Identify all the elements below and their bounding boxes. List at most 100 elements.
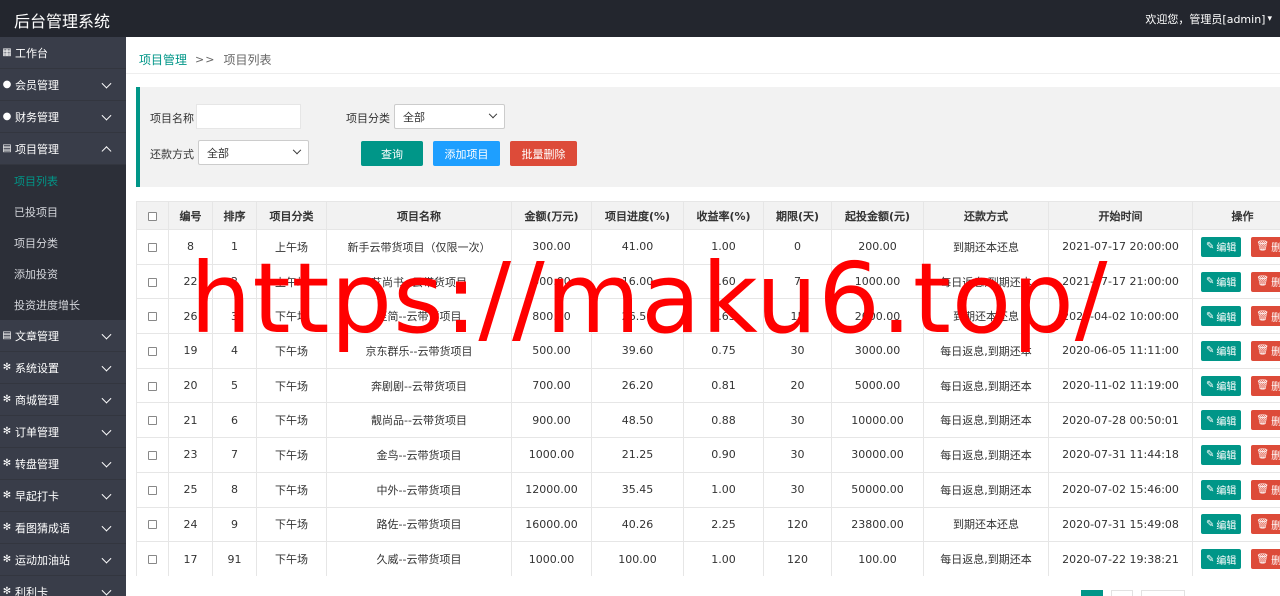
page-next-button[interactable] bbox=[1141, 590, 1185, 596]
sidebar-item-projects[interactable]: ▤ 项目管理 bbox=[0, 133, 126, 165]
row-select-cell[interactable] bbox=[136, 506, 169, 543]
sidebar-sub-add-invest[interactable]: 添加投资 bbox=[0, 258, 126, 289]
pagination bbox=[1081, 590, 1185, 596]
delete-label: 删除 bbox=[1271, 517, 1280, 532]
table-cell: 2 bbox=[212, 263, 257, 300]
sidebar-item-card[interactable]: ✻ 利利卡 bbox=[0, 576, 126, 596]
table-cell: 2020-07-02 15:46:00 bbox=[1048, 471, 1193, 508]
category-select[interactable]: 全部 bbox=[394, 104, 505, 129]
delete-button[interactable]: 🗑删除 bbox=[1251, 444, 1280, 465]
row-checkbox[interactable] bbox=[148, 416, 157, 426]
row-select-cell[interactable] bbox=[136, 263, 169, 300]
trash-icon: 🗑 bbox=[1256, 310, 1270, 322]
row-select-cell[interactable] bbox=[136, 402, 169, 439]
sidebar-item-idiom[interactable]: ✻ 看图猜成语 bbox=[0, 512, 126, 544]
sidebar-item-mall[interactable]: ✻ 商城管理 bbox=[0, 384, 126, 416]
category-label: 项目分类 bbox=[346, 112, 390, 125]
project-name-input[interactable] bbox=[196, 104, 301, 129]
table-cell: 25 bbox=[168, 471, 213, 508]
add-project-button[interactable]: 添加项目 bbox=[433, 141, 500, 166]
edit-button[interactable]: ✎ 编辑 bbox=[1201, 479, 1242, 500]
row-checkbox[interactable] bbox=[148, 450, 157, 460]
sidebar-sub-category[interactable]: 项目分类 bbox=[0, 227, 126, 258]
edit-button[interactable]: ✎ 编辑 bbox=[1201, 410, 1242, 431]
sidebar-item-checkin[interactable]: ✻ 早起打卡 bbox=[0, 480, 126, 512]
sidebar-item-orders[interactable]: ✻ 订单管理 bbox=[0, 416, 126, 448]
row-select-cell[interactable] bbox=[136, 229, 169, 265]
select-all-checkbox[interactable] bbox=[148, 211, 157, 221]
row-select-cell[interactable] bbox=[136, 298, 169, 335]
table-cell: 7 bbox=[763, 263, 832, 300]
edit-button[interactable]: ✎ 编辑 bbox=[1201, 549, 1242, 570]
row-checkbox[interactable] bbox=[148, 520, 157, 530]
sidebar-item-settings[interactable]: ✻ 系统设置 bbox=[0, 352, 126, 384]
page-button-current[interactable] bbox=[1081, 590, 1103, 596]
sidebar-sub-progress[interactable]: 投资进度增长 bbox=[0, 289, 126, 320]
breadcrumb-parent[interactable]: 项目管理 bbox=[139, 51, 187, 68]
table-row: 26 3 下午场 至简--云带货项目 800.00 26.50 0.63 15 2000.00 到… bbox=[136, 298, 1280, 335]
delete-label: 删除 bbox=[1271, 447, 1280, 462]
delete-button[interactable]: 🗑删除 bbox=[1251, 306, 1280, 327]
query-button[interactable]: 查询 bbox=[361, 141, 423, 166]
page-button[interactable] bbox=[1111, 590, 1133, 596]
sidebar-item-sport[interactable]: ✻ 运动加油站 bbox=[0, 544, 126, 576]
sidebar-sub-project-list[interactable]: 项目列表 bbox=[0, 165, 126, 196]
delete-button[interactable]: 🗑删除 bbox=[1251, 375, 1280, 396]
gear-icon: ✻ bbox=[2, 522, 12, 533]
row-checkbox[interactable] bbox=[148, 381, 157, 391]
row-select-cell[interactable] bbox=[136, 367, 169, 404]
row-checkbox[interactable] bbox=[148, 555, 157, 565]
sidebar-item-label: 运动加油站 bbox=[15, 553, 70, 567]
edit-button[interactable]: ✎ 编辑 bbox=[1201, 444, 1242, 465]
edit-button[interactable]: ✎ 编辑 bbox=[1201, 514, 1242, 535]
user-menu[interactable]: 欢迎您，管理员[admin] ▾ bbox=[1145, 11, 1272, 27]
edit-button[interactable]: ✎ 编辑 bbox=[1201, 375, 1242, 396]
edit-button[interactable]: ✎ 编辑 bbox=[1201, 306, 1242, 327]
edit-button[interactable]: ✎ 编辑 bbox=[1201, 236, 1242, 257]
repay-select[interactable]: 全部 bbox=[198, 140, 309, 165]
table-cell: 每日返息,到期还本 bbox=[923, 541, 1049, 576]
select-all-cell[interactable] bbox=[136, 201, 169, 230]
edit-button[interactable]: ✎ 编辑 bbox=[1201, 340, 1242, 361]
delete-button[interactable]: 🗑删除 bbox=[1251, 479, 1280, 500]
sidebar-item-articles[interactable]: ▤ 文章管理 bbox=[0, 320, 126, 352]
project-table: 编号 排序 项目分类 项目名称 金额(万元) 项目进度(%) 收益率(%) 期限… bbox=[136, 201, 1280, 576]
row-select-cell[interactable] bbox=[136, 471, 169, 508]
sidebar-sub-invested[interactable]: 已投项目 bbox=[0, 196, 126, 227]
edit-label: 编辑 bbox=[1216, 520, 1237, 532]
row-select-cell[interactable] bbox=[136, 437, 169, 473]
table-cell: 2020-11-02 11:19:00 bbox=[1048, 367, 1193, 404]
sidebar-item-wheel[interactable]: ✻ 转盘管理 bbox=[0, 448, 126, 480]
edit-label: 编辑 bbox=[1216, 382, 1237, 394]
table-cell: 30 bbox=[763, 333, 832, 369]
actions-cell: ✎编辑 🗑删除 bbox=[1192, 506, 1280, 543]
sidebar-item-finance[interactable]: ● 财务管理 bbox=[0, 101, 126, 133]
delete-button[interactable]: 🗑删除 bbox=[1251, 410, 1280, 431]
edit-button[interactable]: ✎ 编辑 bbox=[1201, 271, 1242, 292]
delete-button[interactable]: 🗑删除 bbox=[1251, 514, 1280, 535]
sidebar-item-dashboard[interactable]: ▦ 工作台 bbox=[0, 37, 126, 69]
row-checkbox[interactable] bbox=[148, 312, 157, 322]
money-icon: ● bbox=[2, 111, 12, 122]
delete-button[interactable]: 🗑删除 bbox=[1251, 549, 1280, 570]
gear-icon: ✻ bbox=[2, 394, 12, 405]
table-cell: 5000.00 bbox=[831, 367, 924, 404]
gear-icon: ✻ bbox=[2, 490, 12, 501]
delete-button[interactable]: 🗑删除 bbox=[1251, 236, 1280, 257]
row-checkbox[interactable] bbox=[148, 277, 157, 287]
table-cell: 2020-04-02 10:00:00 bbox=[1048, 298, 1193, 335]
row-checkbox[interactable] bbox=[148, 485, 157, 495]
row-select-cell[interactable] bbox=[136, 541, 169, 576]
row-checkbox[interactable] bbox=[148, 242, 157, 252]
trash-icon: 🗑 bbox=[1256, 484, 1270, 496]
row-select-cell[interactable] bbox=[136, 333, 169, 369]
sidebar-item-members[interactable]: ● 会员管理 bbox=[0, 69, 126, 101]
delete-button[interactable]: 🗑删除 bbox=[1251, 271, 1280, 292]
batch-delete-button[interactable]: 批量删除 bbox=[510, 141, 577, 166]
delete-button[interactable]: 🗑删除 bbox=[1251, 340, 1280, 361]
name-label: 项目名称 bbox=[150, 112, 194, 125]
table-cell: 艾尚书--云带货项目 bbox=[326, 263, 512, 300]
edit-icon: ✎ bbox=[1206, 518, 1215, 530]
row-checkbox[interactable] bbox=[148, 346, 157, 356]
col-header: 项目名称 bbox=[326, 201, 512, 230]
